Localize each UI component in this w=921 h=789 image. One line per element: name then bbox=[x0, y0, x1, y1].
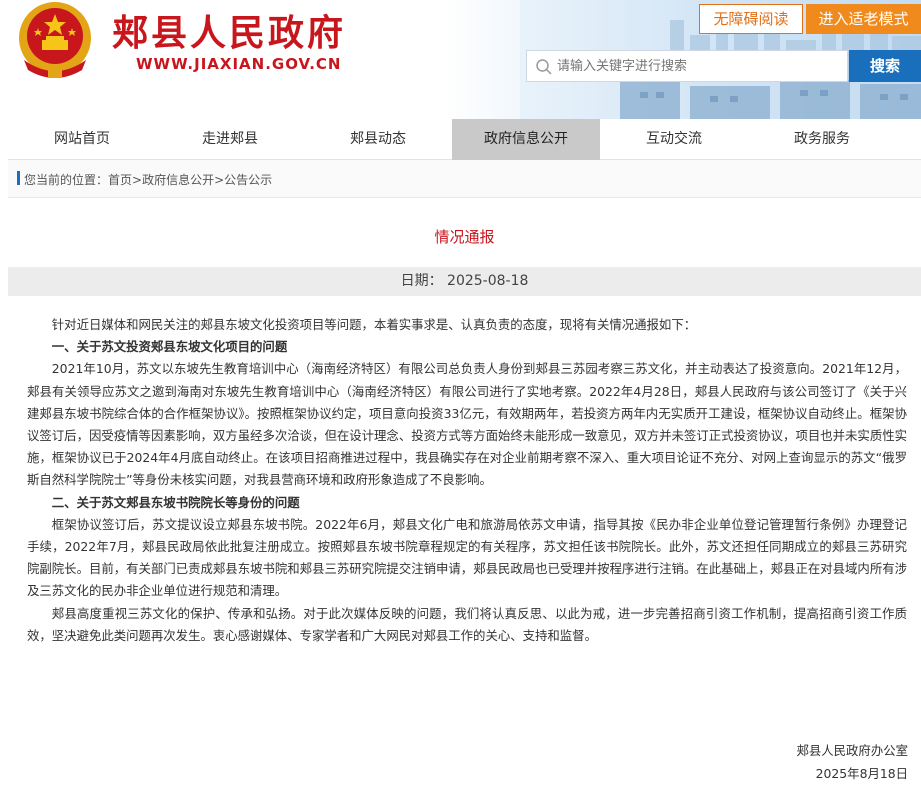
search-icon bbox=[536, 59, 552, 75]
search-button[interactable]: 搜索 bbox=[849, 50, 921, 82]
search-box bbox=[526, 50, 848, 82]
breadcrumb-gov-info-link[interactable]: 政府信息公开 bbox=[142, 173, 214, 187]
breadcrumb-separator: > bbox=[132, 173, 143, 187]
breadcrumb-text: 您当前的位置：首页>政府信息公开>公告公示 bbox=[24, 171, 272, 188]
breadcrumb-marker bbox=[17, 171, 20, 185]
article-title: 情况通报 bbox=[434, 228, 495, 246]
breadcrumb-home-link[interactable]: 首页 bbox=[108, 173, 132, 187]
accessibility-reading-button[interactable]: 无障碍阅读 bbox=[699, 4, 803, 34]
site-header: 郏县人民政府 WWW.JIAXIAN.GOV.CN 无障碍阅读 进入适老模式 搜… bbox=[0, 0, 921, 119]
article-paragraph: 针对近日媒体和网民关注的郏县东坡文化投资项目等问题，本着实事求是、认真负责的态度… bbox=[51, 317, 697, 332]
article-section-heading: 一、关于苏文投资郏县东坡文化项目的问题 bbox=[51, 339, 288, 355]
site-url: WWW.JIAXIAN.GOV.CN bbox=[136, 55, 342, 73]
main-nav: 网站首页 走进郏县 郏县动态 政府信息公开 互动交流 政务服务 bbox=[8, 119, 921, 160]
article-date: 日期： 2025-08-18 bbox=[8, 267, 921, 296]
signature-org: 郏县人民政府办公室 bbox=[796, 743, 908, 758]
breadcrumb-prefix: 您当前的位置： bbox=[24, 173, 109, 187]
article-paragraph: 郏县高度重视三苏文化的保护、传承和弘扬。对于此次媒体反映的问题，我们将认真反思、… bbox=[27, 605, 907, 643]
search-input[interactable] bbox=[557, 51, 845, 81]
nav-item-about[interactable]: 走进郏县 bbox=[156, 119, 304, 160]
article-signature: 郏县人民政府办公室 2025年8月18日 bbox=[796, 739, 908, 785]
nav-item-services[interactable]: 政务服务 bbox=[748, 119, 896, 160]
breadcrumb-notice-link[interactable]: 公告公示 bbox=[224, 173, 272, 187]
nav-item-news[interactable]: 郏县动态 bbox=[304, 119, 452, 160]
nav-item-home[interactable]: 网站首页 bbox=[8, 119, 156, 160]
nav-item-interaction[interactable]: 互动交流 bbox=[600, 119, 748, 160]
elder-mode-button[interactable]: 进入适老模式 bbox=[806, 4, 921, 34]
national-emblem-icon bbox=[19, 2, 91, 78]
breadcrumb: 您当前的位置：首页>政府信息公开>公告公示 bbox=[8, 160, 921, 198]
nav-item-gov-info[interactable]: 政府信息公开 bbox=[452, 119, 600, 160]
article-section-heading: 二、关于苏文郏县东坡书院院长等身份的问题 bbox=[51, 494, 300, 510]
article-body: 针对近日媒体和网民关注的郏县东坡文化投资项目等问题，本着实事求是、认真负责的态度… bbox=[27, 314, 907, 647]
signature-date: 2025年8月18日 bbox=[815, 766, 908, 781]
breadcrumb-separator: > bbox=[214, 173, 225, 187]
article-paragraph: 框架协议签订后，苏文提议设立郏县东坡书院。2022年6月，郏县文化广电和旅游局依… bbox=[27, 516, 907, 599]
article-paragraph: 2021年10月，苏文以东坡先生教育培训中心（海南经济特区）有限公司总负责人身份… bbox=[27, 361, 907, 488]
site-title: 郏县人民政府 bbox=[112, 12, 347, 54]
